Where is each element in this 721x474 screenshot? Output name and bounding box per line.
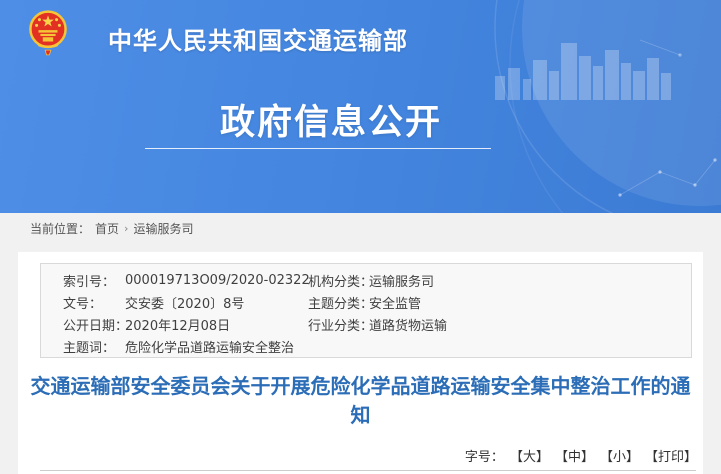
breadcrumb-label: 当前位置： (30, 220, 90, 237)
breadcrumb-current[interactable]: 运输服务司 (133, 220, 193, 237)
breadcrumb: 当前位置： 首页 › 运输服务司 (30, 220, 193, 237)
meta-value: 2020年12月08日 (125, 315, 308, 334)
meta-label: 文号： (63, 293, 125, 312)
font-medium-button[interactable]: 【中】 (555, 446, 594, 465)
site-logo[interactable]: 中华人民共和国交通运输部 (29, 7, 67, 57)
banner-title: 政府信息公开 (0, 94, 662, 145)
meta-label: 主题词： (63, 337, 125, 356)
font-size-label: 字号： (465, 446, 504, 465)
meta-value: 交安委〔2020〕8号 (125, 293, 308, 312)
meta-value: 000019713O09/2020-02322 (125, 273, 308, 288)
meta-table: 索引号： 000019713O09/2020-02322 机构分类： 运输服务司… (40, 263, 692, 358)
table-row: 索引号： 000019713O09/2020-02322 机构分类： 运输服务司 (41, 269, 691, 291)
font-size-toolbar: 字号： 【大】 【中】 【小】 【打印】 (465, 446, 697, 465)
meta-label: 主题分类： (308, 293, 369, 312)
meta-value: 危险化学品道路运输安全整治 (125, 337, 308, 356)
meta-value: 道路货物运输 (369, 315, 691, 334)
content-card: 索引号： 000019713O09/2020-02322 机构分类： 运输服务司… (18, 252, 703, 474)
toolbar-divider (40, 470, 696, 471)
table-row: 主题词： 危险化学品道路运输安全整治 (41, 335, 691, 357)
table-row: 文号： 交安委〔2020〕8号 主题分类： 安全监管 (41, 291, 691, 313)
font-large-button[interactable]: 【大】 (510, 446, 549, 465)
table-row: 公开日期： 2020年12月08日 行业分类： 道路货物运输 (41, 313, 691, 335)
national-emblem-icon (29, 9, 67, 56)
meta-value: 运输服务司 (369, 271, 691, 290)
meta-label: 公开日期： (63, 315, 125, 334)
document-title: 交通运输部安全委员会关于开展危险化学品道路运输安全集中整治工作的通知 (29, 372, 692, 430)
meta-label: 行业分类： (308, 315, 369, 334)
meta-value: 安全监管 (369, 293, 691, 312)
breadcrumb-link-home[interactable]: 首页 (95, 220, 119, 237)
print-button[interactable]: 【打印】 (645, 446, 697, 465)
meta-label: 索引号： (63, 271, 125, 290)
font-small-button[interactable]: 【小】 (600, 446, 639, 465)
site-name: 中华人民共和国交通运输部 (108, 21, 408, 56)
site-banner: 中华人民共和国交通运输部 政府信息公开 (0, 0, 721, 213)
breadcrumb-separator-icon: › (124, 222, 128, 235)
banner-title-underline (145, 148, 491, 149)
meta-label: 机构分类： (308, 271, 369, 290)
